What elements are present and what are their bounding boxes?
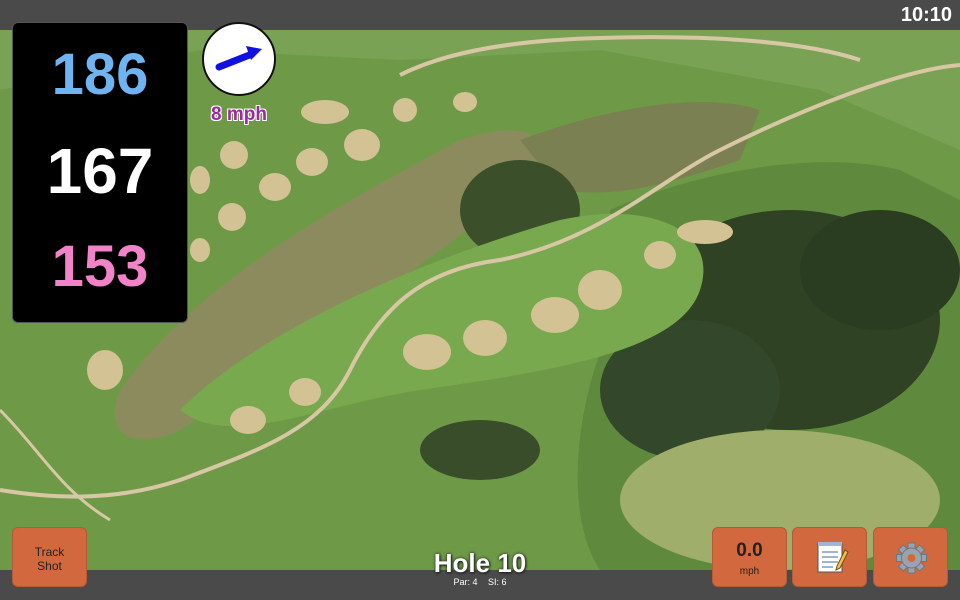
hole-title: Hole 10 bbox=[433, 548, 527, 578]
gear-icon bbox=[896, 542, 927, 574]
speed-button[interactable]: 0.0 mph bbox=[712, 527, 787, 587]
settings-button[interactable] bbox=[873, 527, 948, 587]
yardage-panel: 186 167 153 bbox=[12, 22, 188, 323]
hole-si: SI: 6 bbox=[488, 577, 507, 587]
wind-speed: 8 mph bbox=[211, 104, 267, 125]
back-yardage: 186 bbox=[51, 42, 149, 107]
notes-button[interactable] bbox=[792, 527, 867, 587]
clock: 10:10 bbox=[900, 4, 952, 26]
middle-yardage: 167 bbox=[46, 135, 154, 207]
track-shot-label: Track Shot bbox=[34, 545, 65, 573]
hole-details: Par: 4 SI: 6 bbox=[380, 577, 580, 587]
hole-par: Par: 4 bbox=[453, 577, 478, 587]
arrow-icon bbox=[215, 46, 262, 71]
front-yardage: 153 bbox=[51, 234, 149, 299]
speed-unit: mph bbox=[739, 566, 760, 577]
speed-value: 0.0 bbox=[736, 540, 763, 561]
track-shot-button[interactable]: Track Shot bbox=[12, 527, 87, 587]
notepad-icon bbox=[817, 542, 849, 573]
wind-indicator bbox=[202, 22, 276, 96]
